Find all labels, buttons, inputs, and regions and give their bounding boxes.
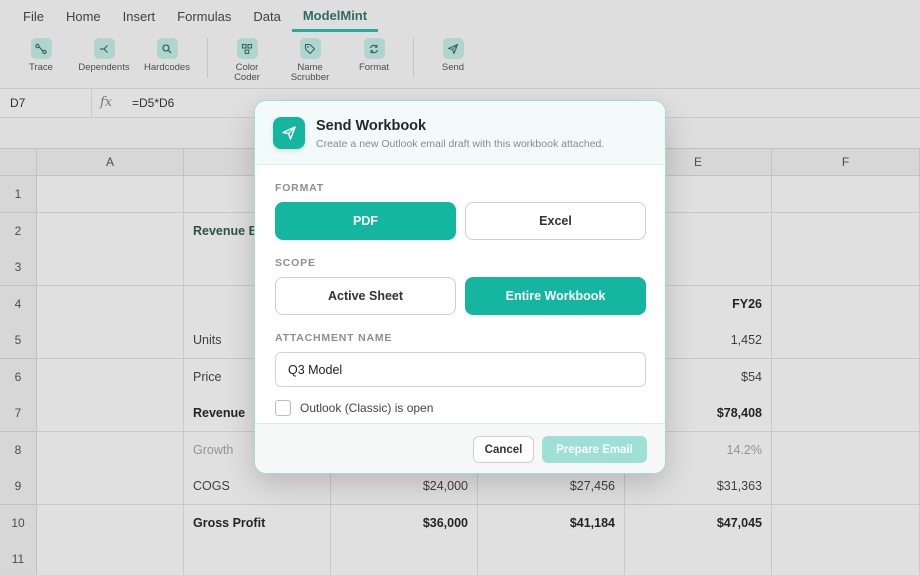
scope-active-sheet-button[interactable]: Active Sheet [275,277,456,315]
dialog-footer: Cancel Prepare Email [255,423,665,473]
attachment-name-label: ATTACHMENT NAME [275,332,393,344]
outlook-open-row[interactable]: Outlook (Classic) is open [275,400,433,416]
format-excel-button[interactable]: Excel [465,202,646,240]
outlook-open-label: Outlook (Classic) is open [300,401,434,415]
format-pdf-button[interactable]: PDF [275,202,456,240]
dialog-header: Send Workbook Create a new Outlook email… [255,101,665,165]
send-icon [273,117,305,149]
outlook-open-checkbox[interactable] [275,400,291,416]
format-section-label: FORMAT [275,182,324,194]
scope-entire-workbook-button[interactable]: Entire Workbook [465,277,646,315]
cancel-button[interactable]: Cancel [473,436,534,463]
dialog-subtitle: Create a new Outlook email draft with th… [316,138,605,150]
dialog-title: Send Workbook [316,118,427,134]
scope-section-label: SCOPE [275,257,316,269]
attachment-name-input[interactable] [275,352,646,387]
prepare-email-button[interactable]: Prepare Email [542,436,647,463]
send-workbook-dialog: Send Workbook Create a new Outlook email… [254,100,666,474]
